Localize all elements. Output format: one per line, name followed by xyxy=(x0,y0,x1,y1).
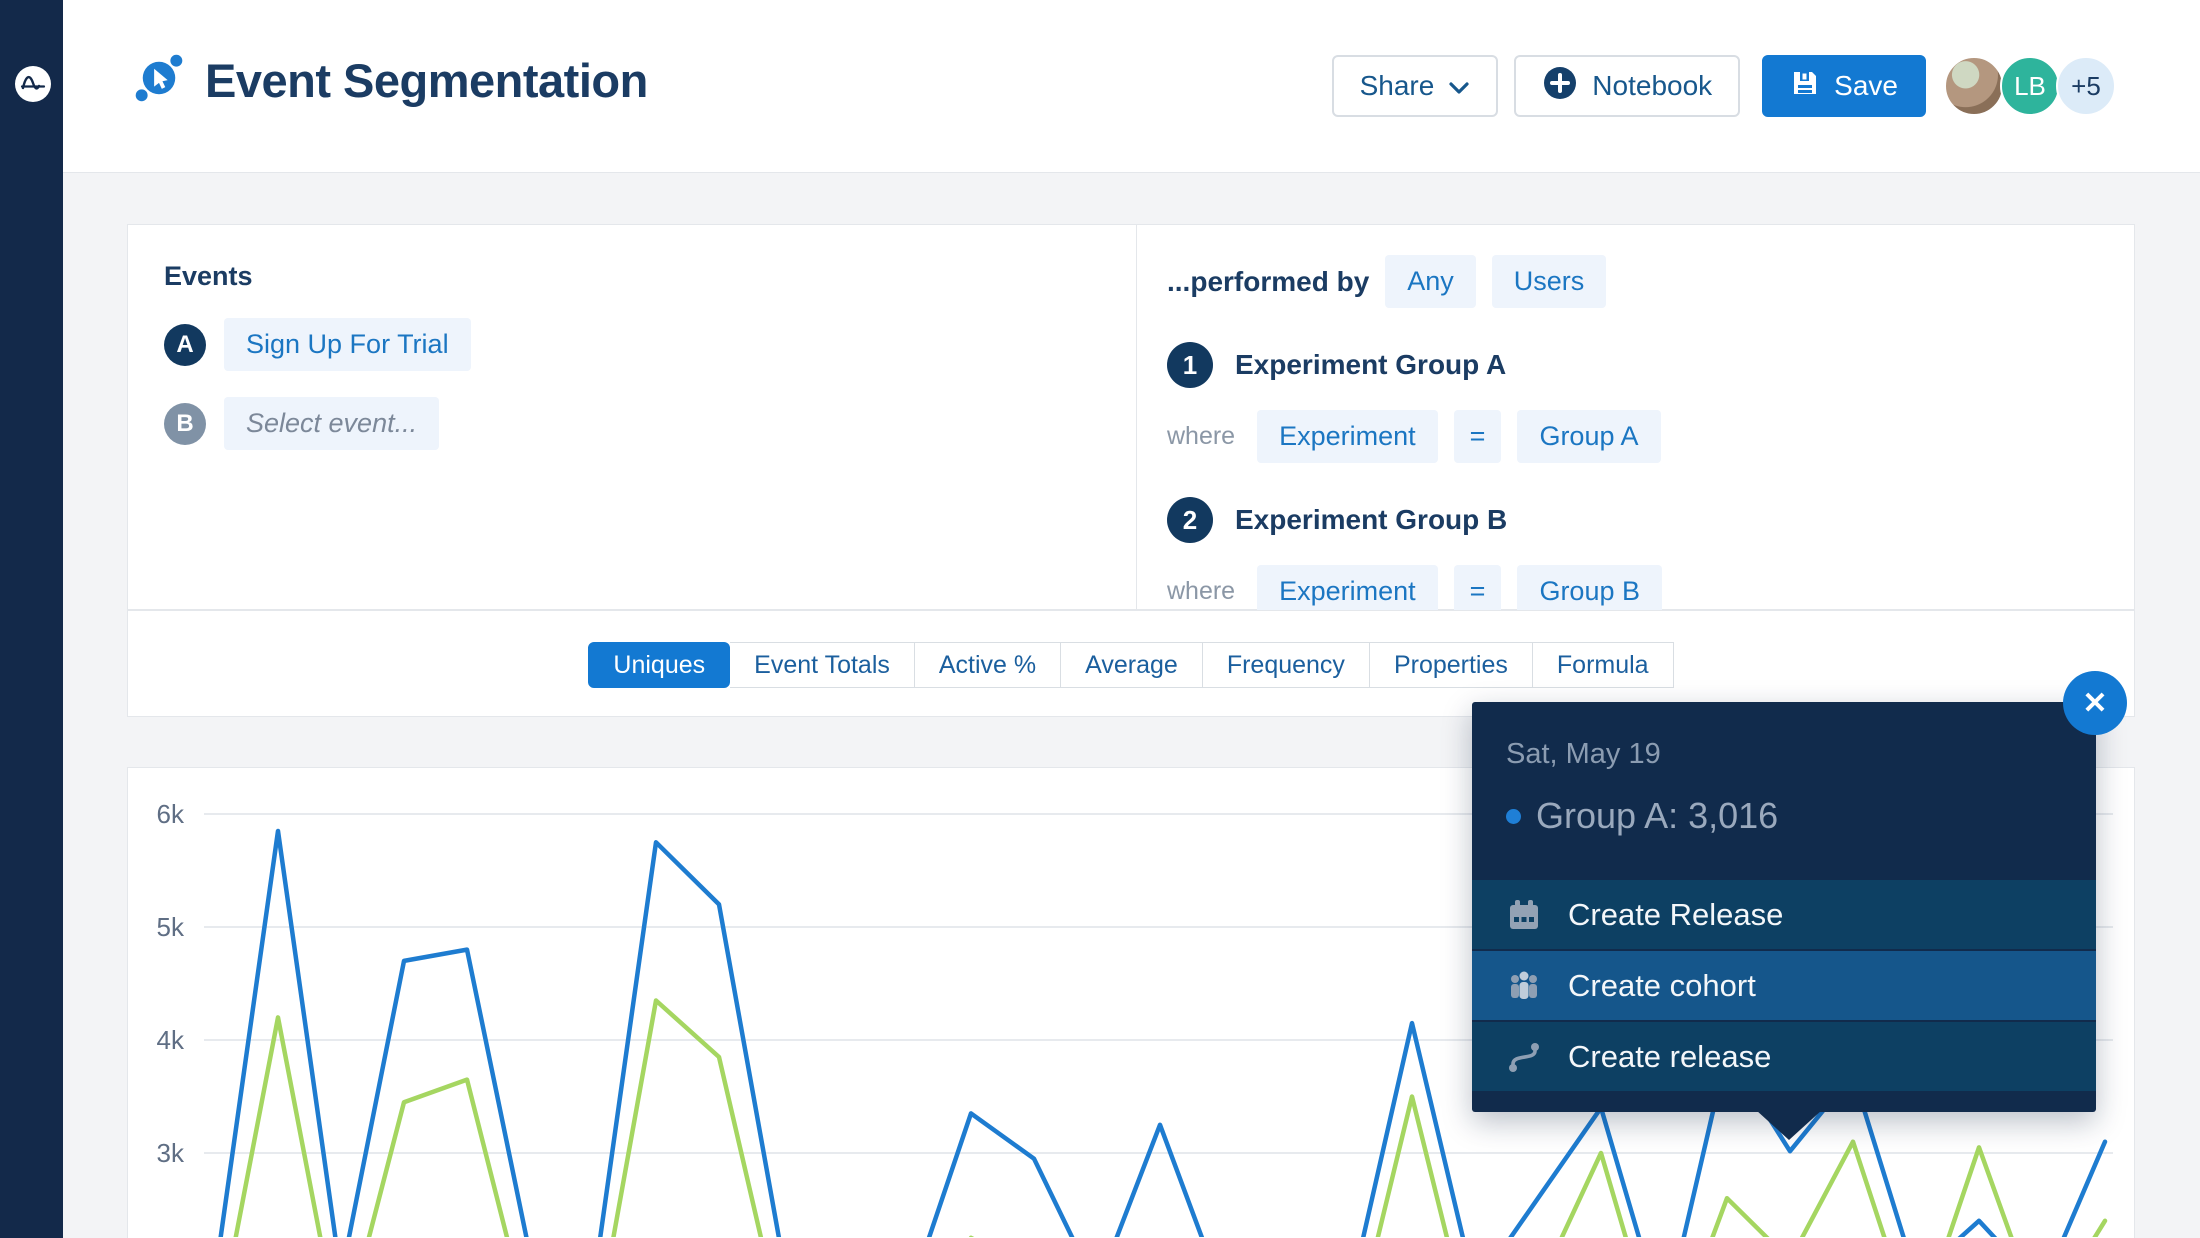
y-axis-label-4k: 4k xyxy=(157,1025,185,1055)
share-button-label: Share xyxy=(1360,70,1435,102)
y-axis-label-6k: 6k xyxy=(157,799,185,829)
tab-frequency[interactable]: Frequency xyxy=(1203,642,1370,688)
notebook-button[interactable]: Notebook xyxy=(1514,55,1740,117)
segment-1-number: 1 xyxy=(1167,342,1213,388)
save-floppy-icon xyxy=(1790,68,1820,105)
events-panel: Events A Sign Up For Trial B Select even… xyxy=(164,261,471,450)
menu-item-create-release[interactable]: Create release xyxy=(1472,1020,2096,1091)
avatar-overflow-count[interactable]: +5 xyxy=(2056,56,2116,116)
save-button-label: Save xyxy=(1834,70,1898,102)
tab-event-totals[interactable]: Event Totals xyxy=(730,642,915,688)
tooltip-date: Sat, May 19 xyxy=(1506,738,2096,771)
menu-item-create-release[interactable]: Create Release xyxy=(1472,878,2096,949)
query-builder-card: Events A Sign Up For Trial B Select even… xyxy=(127,224,2135,610)
series-a-dot-icon xyxy=(1506,809,1521,824)
y-axis-label-5k: 5k xyxy=(157,912,185,942)
tooltip-close-button[interactable]: ✕ xyxy=(2063,671,2127,735)
calendar-icon xyxy=(1506,897,1542,933)
event-badge-a: A xyxy=(164,324,206,366)
page-title: Event Segmentation xyxy=(205,53,648,108)
event-row-a: A Sign Up For Trial xyxy=(164,318,471,371)
segment-1-where-label: where xyxy=(1167,422,1235,451)
tab-uniques[interactable]: Uniques xyxy=(588,642,730,688)
events-panel-title: Events xyxy=(164,261,471,292)
event-select-b[interactable]: Select event... xyxy=(224,397,439,450)
tab-properties[interactable]: Properties xyxy=(1370,642,1533,688)
performed-by-panel: ...performed by Any Users 1 Experiment G… xyxy=(1167,255,1662,618)
tab-formula[interactable]: Formula xyxy=(1533,642,1674,688)
segment-1-operator-selector[interactable]: = xyxy=(1454,410,1502,463)
share-button[interactable]: Share xyxy=(1332,55,1499,117)
cohort-icon xyxy=(1506,968,1542,1004)
chevron-down-icon xyxy=(1448,70,1470,102)
event-row-b: B Select event... xyxy=(164,397,471,450)
chart-tooltip: Sat, May 19 Group A: 3,016 Create Releas… xyxy=(1472,702,2096,1112)
page-header: Event Segmentation Share Notebook xyxy=(63,0,2200,173)
segment-1-title[interactable]: Experiment Group A xyxy=(1235,349,1506,381)
tooltip-menu: Create Release Create cohort Create releas… xyxy=(1472,878,2096,1091)
avatar-photo[interactable] xyxy=(1944,56,2004,116)
menu-item-label: Create cohort xyxy=(1568,968,1756,1004)
plus-circle-icon xyxy=(1542,65,1578,108)
event-badge-b: B xyxy=(164,403,206,445)
tooltip-pointer xyxy=(1756,1110,1822,1140)
menu-item-create-cohort[interactable]: Create cohort xyxy=(1472,949,2096,1020)
notebook-button-label: Notebook xyxy=(1592,70,1712,102)
collaborator-avatars: LB +5 xyxy=(1948,56,2116,116)
tooltip-header: Sat, May 19 Group A: 3,016 xyxy=(1472,702,2096,878)
performed-by-label: ...performed by xyxy=(1167,266,1369,298)
segment-1-property-selector[interactable]: Experiment xyxy=(1257,410,1438,463)
segment-1-where-row: where Experiment = Group A xyxy=(1167,410,1662,463)
tab-average[interactable]: Average xyxy=(1061,642,1203,688)
event-segmentation-icon xyxy=(133,52,185,109)
menu-item-label: Create release xyxy=(1568,1039,1771,1075)
y-axis-label-3k: 3k xyxy=(157,1138,185,1168)
performed-by-any-selector[interactable]: Any xyxy=(1385,255,1476,308)
event-select-a[interactable]: Sign Up For Trial xyxy=(224,318,471,371)
tooltip-series-value: Group A: 3,016 xyxy=(1506,795,2096,837)
performed-by-users-selector[interactable]: Users xyxy=(1492,255,1607,308)
app-sidebar xyxy=(0,0,63,1238)
segment-2-title[interactable]: Experiment Group B xyxy=(1235,504,1507,536)
segment-2-where-label: where xyxy=(1167,577,1235,606)
amplitude-logo-icon[interactable] xyxy=(15,66,51,102)
segment-2-number: 2 xyxy=(1167,497,1213,543)
segment-1-header: 1 Experiment Group A xyxy=(1167,342,1662,388)
save-button[interactable]: Save xyxy=(1762,55,1926,117)
tab-active[interactable]: Active % xyxy=(915,642,1061,688)
avatar-initials[interactable]: LB xyxy=(2000,56,2060,116)
chart-type-tabs: UniquesEvent TotalsActive %AverageFreque… xyxy=(128,642,2134,688)
release-icon xyxy=(1506,1039,1542,1075)
panel-divider xyxy=(1136,225,1137,609)
tooltip-series-label: Group A: 3,016 xyxy=(1536,795,1778,837)
menu-item-label: Create Release xyxy=(1568,897,1783,933)
segment-1-value-selector[interactable]: Group A xyxy=(1517,410,1660,463)
segment-2-header: 2 Experiment Group B xyxy=(1167,497,1662,543)
metric-tabs-card: UniquesEvent TotalsActive %AverageFreque… xyxy=(127,610,2135,717)
